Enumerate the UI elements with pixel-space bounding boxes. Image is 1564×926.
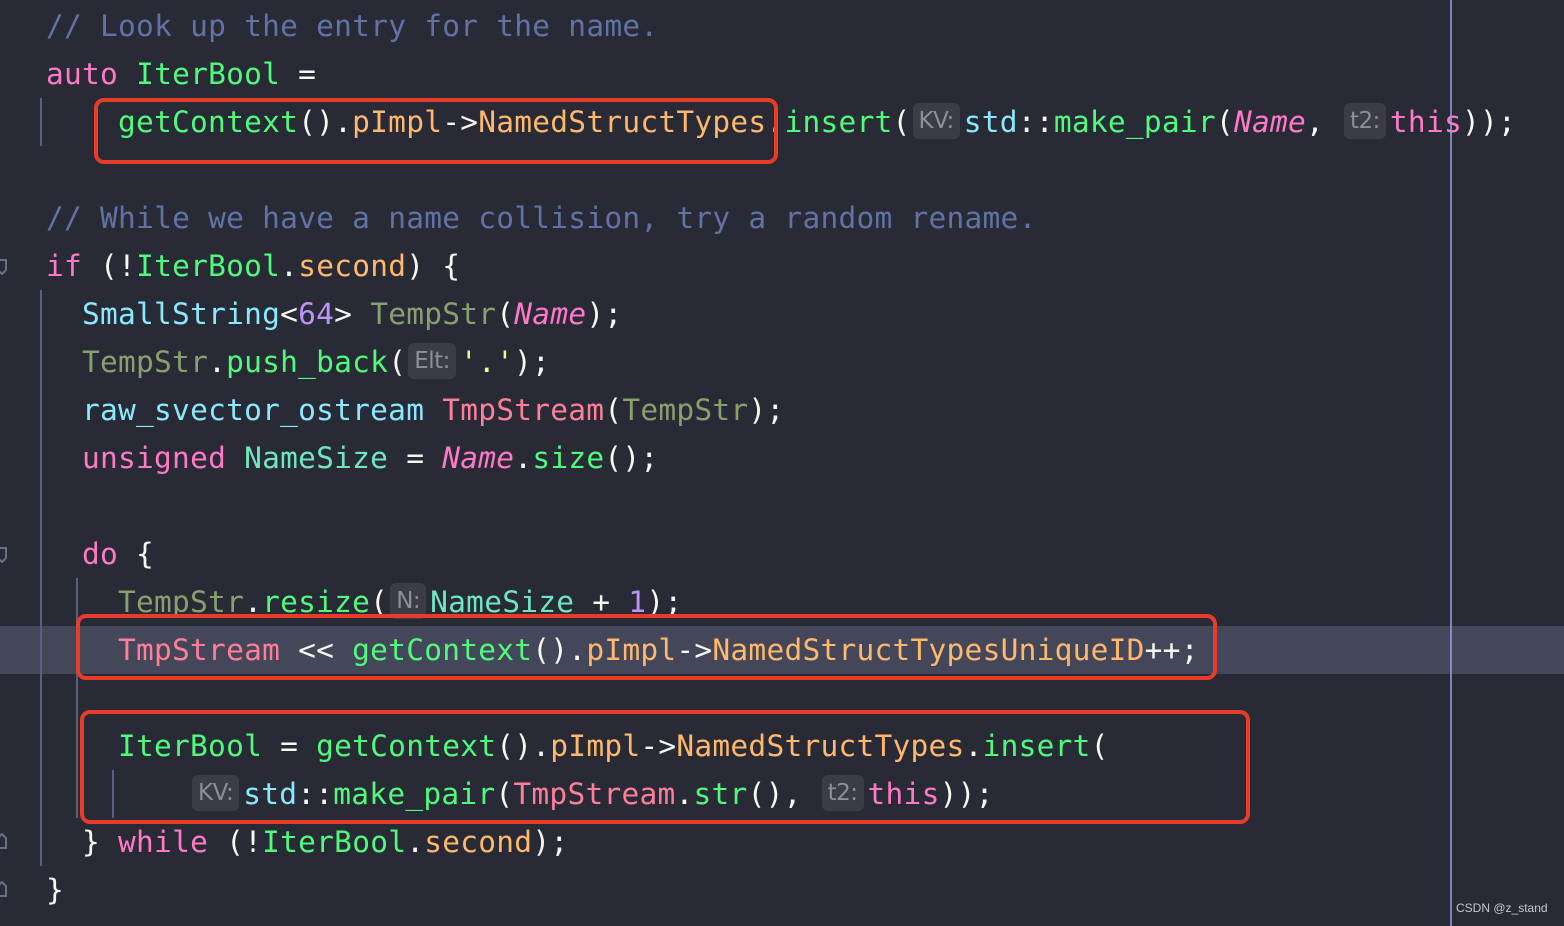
punctuation-token: =	[280, 57, 317, 91]
annotation-box-named-struct-types	[94, 98, 778, 164]
punctuation-token: .	[406, 825, 425, 859]
keyword-token: if	[46, 249, 83, 283]
punctuation-token: );	[586, 297, 623, 331]
punctuation-token: .	[208, 345, 227, 379]
fold-open-icon[interactable]	[0, 546, 8, 564]
punctuation-token: .	[514, 441, 533, 475]
fold-close-icon[interactable]	[0, 880, 8, 897]
fold-open-icon[interactable]	[0, 258, 8, 276]
right-margin-ruler	[1450, 0, 1452, 926]
type-token: SmallString	[82, 297, 281, 331]
type-token: raw_svector_ostream	[82, 393, 425, 427]
punctuation-token: }	[46, 873, 65, 907]
parameter-token: Name	[442, 441, 515, 475]
function-token: push_back	[226, 345, 389, 379]
punctuation-token: (	[892, 105, 911, 139]
punctuation-token: (	[388, 345, 407, 379]
code-line[interactable]: // While we have a name collision, try a…	[46, 194, 1037, 242]
punctuation-token: ();	[604, 441, 659, 475]
code-line[interactable]: SmallString<64> TempStr(Name);	[82, 290, 622, 338]
field-token: second	[424, 825, 533, 859]
punctuation-token	[424, 393, 442, 427]
stream-variable-token: TmpStream	[442, 393, 605, 427]
punctuation-token: ,	[1305, 105, 1343, 139]
variable-token: IterBool	[136, 249, 281, 283]
comment-token: // While we have a name collision, try a…	[46, 201, 1037, 235]
variable-token: IterBool	[136, 57, 281, 91]
indent-guide	[76, 578, 78, 818]
punctuation-token: (	[604, 393, 623, 427]
variable-token: IterBool	[262, 825, 407, 859]
code-line[interactable]: do {	[82, 530, 154, 578]
punctuation-token	[118, 57, 136, 91]
code-line[interactable]: unsigned NameSize = Name.size();	[82, 434, 658, 482]
parameter-token: Name	[1233, 105, 1306, 139]
punctuation-token: (	[496, 297, 515, 331]
indent-guide	[40, 98, 42, 146]
punctuation-token: =	[388, 441, 443, 475]
punctuation-token: {	[118, 537, 155, 571]
watermark: CSDN @z_stand	[1456, 901, 1548, 915]
fold-close-icon[interactable]	[0, 832, 8, 849]
keyword-token: unsigned	[82, 441, 227, 475]
punctuation-token: );	[748, 393, 785, 427]
function-token: make_pair	[1053, 105, 1216, 139]
local-variable-token: TempStr	[370, 297, 497, 331]
function-token: insert	[784, 105, 893, 139]
punctuation-token	[226, 441, 244, 475]
punctuation-token: );	[532, 825, 569, 859]
keyword-token: while	[118, 825, 209, 859]
punctuation-token: (!	[82, 249, 137, 283]
code-editor[interactable]: // Look up the entry for the name. auto I…	[0, 0, 1564, 926]
local-variable-token: TempStr	[622, 393, 749, 427]
indent-guide	[40, 290, 42, 866]
code-line[interactable]: TempStr.push_back(Elt: '.');	[82, 338, 550, 386]
local-variable-token: TempStr	[82, 345, 209, 379]
comment-token: // Look up the entry for the name.	[46, 9, 659, 43]
code-line[interactable]: // Look up the entry for the name.	[46, 2, 658, 50]
annotation-box-reinsert	[80, 710, 1250, 824]
inlay-parameter-hint: t2:	[1344, 102, 1386, 139]
local-variable-token: NameSize	[244, 441, 389, 475]
punctuation-token: <	[280, 297, 299, 331]
field-token: second	[298, 249, 407, 283]
annotation-box-unique-id	[76, 614, 1217, 680]
punctuation-token: .	[280, 249, 299, 283]
inlay-parameter-hint: Elt:	[408, 342, 456, 379]
number-token: 64	[298, 297, 335, 331]
punctuation-token: >	[334, 297, 371, 331]
type-token: std	[963, 105, 1018, 139]
code-line[interactable]: auto IterBool =	[46, 50, 316, 98]
punctuation-token: ::	[1017, 105, 1054, 139]
punctuation-token: }	[82, 825, 119, 859]
punctuation-token: ));	[1461, 105, 1517, 139]
code-line[interactable]: } while (!IterBool.second);	[82, 818, 568, 866]
inlay-parameter-hint: KV:	[912, 102, 960, 139]
punctuation-token: );	[513, 345, 550, 379]
code-line[interactable]: }	[46, 866, 64, 914]
parameter-token: Name	[514, 297, 587, 331]
code-line[interactable]: if (!IterBool.second) {	[46, 242, 460, 290]
keyword-token: do	[82, 537, 119, 571]
punctuation-token: ) {	[406, 249, 461, 283]
function-token: size	[532, 441, 605, 475]
keyword-token: auto	[46, 57, 119, 91]
code-line[interactable]: raw_svector_ostream TmpStream(TempStr);	[82, 386, 784, 434]
string-token: '.'	[459, 345, 514, 379]
punctuation-token: (	[1215, 105, 1234, 139]
punctuation-token: (!	[208, 825, 263, 859]
